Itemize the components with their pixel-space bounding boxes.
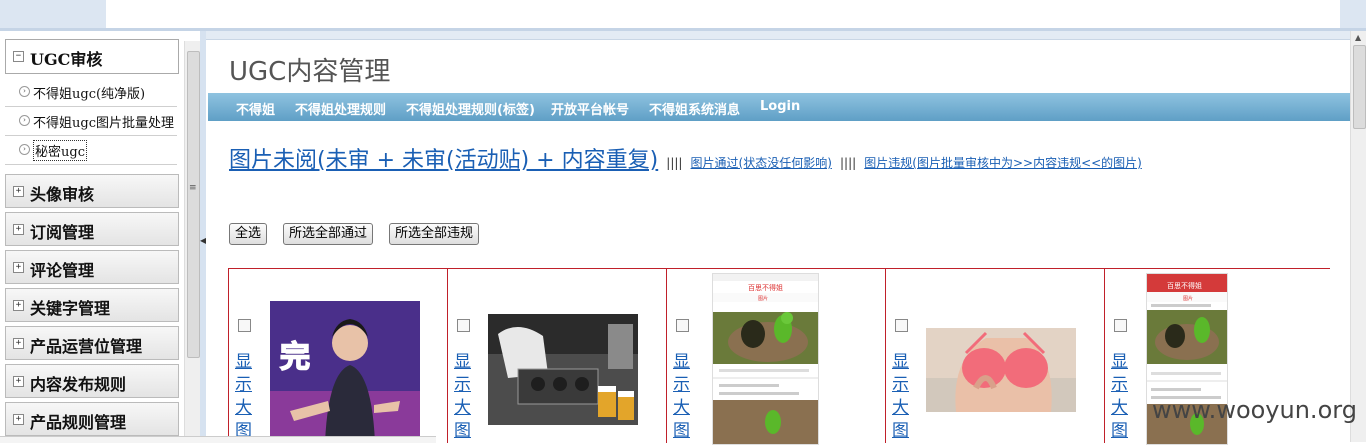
sidebar-group-title: 内容发布规则 [30, 375, 127, 394]
top-frame-content [106, 0, 1340, 28]
sidebar-group-title: 头像审核 [30, 185, 95, 204]
sidebar-group-title: 评论管理 [30, 261, 95, 280]
thumbnail-image[interactable]: 完 [270, 301, 420, 443]
expand-icon[interactable]: + [13, 186, 24, 197]
sidebar-group-subscription[interactable]: + 订阅管理 [5, 212, 179, 246]
sidebar-group-operation-slots[interactable]: + 产品运营位管理 [5, 326, 179, 360]
main-content: UGC内容管理 不得姐 不得姐处理规则 不得姐处理规则(标签) 开放平台帐号 不… [206, 31, 1350, 445]
image-cell: 显示大图 百思不得姐 图片 [666, 269, 886, 445]
violate-selected-button[interactable]: 所选全部违规 [389, 223, 480, 245]
select-checkbox[interactable] [676, 319, 689, 332]
sidebar-item-secret-ugc[interactable]: › 秘密ugc [5, 136, 177, 165]
sidebar-group-publish-rules[interactable]: + 内容发布规则 [5, 364, 179, 398]
thumbnail-image[interactable] [926, 328, 1076, 412]
thumbnail-image[interactable] [488, 314, 638, 425]
scrollbar-thumb[interactable] [187, 51, 200, 358]
link-images-violation[interactable]: 图片违规(图片批量审核中为>>内容违规<<的图片) [864, 156, 1142, 170]
link-separator: |||| [840, 156, 857, 170]
collapse-icon[interactable]: − [13, 51, 24, 62]
sidebar-group-title: 产品运营位管理 [30, 337, 143, 356]
nav-budejie-rules[interactable]: 不得姐处理规则 [295, 99, 386, 118]
sidebar-item-label: 秘密ugc [33, 140, 87, 161]
image-cell: 显示大图 [447, 269, 667, 443]
sidebar-group-title: 订阅管理 [30, 223, 95, 242]
expand-icon[interactable]: + [13, 338, 24, 349]
expand-icon[interactable]: + [13, 414, 24, 425]
expand-icon[interactable]: + [13, 300, 24, 311]
select-checkbox[interactable] [1114, 319, 1127, 332]
nav-budejie-rules-tags[interactable]: 不得姐处理规则(标签) [406, 99, 535, 118]
show-large-link[interactable]: 显示大图 [235, 351, 253, 443]
sidebar-item-label: 不得姐ugc图片批量处理 [33, 116, 174, 131]
sidebar-group-keywords[interactable]: + 关键字管理 [5, 288, 179, 322]
watermark: www.wooyun.org [1152, 396, 1357, 424]
filter-links: 图片未阅(未审 + 未审(活动贴) + 内容重复) |||| 图片通过(状态没任… [229, 142, 1142, 174]
bar-photo-icon [488, 314, 638, 425]
show-large-link[interactable]: 显示大图 [454, 351, 472, 443]
show-large-link[interactable]: 显示大图 [892, 351, 910, 443]
sidebar-group-title: 关键字管理 [30, 299, 111, 318]
main-scrollbar[interactable]: ▲ [1350, 31, 1366, 442]
sidebar-scrollbar[interactable]: ≡ [184, 41, 201, 442]
nav-system-messages[interactable]: 不得姐系统消息 [649, 99, 740, 118]
select-checkbox[interactable] [457, 319, 470, 332]
top-frame-bar [0, 0, 1366, 31]
nav-budejie[interactable]: 不得姐 [236, 99, 275, 118]
nav-bar: 不得姐 不得姐处理规则 不得姐处理规则(标签) 开放平台帐号 不得姐系统消息 L… [208, 93, 1350, 121]
app-title-text: 百思不得姐 [1167, 281, 1202, 290]
swimsuit-photo-icon [926, 328, 1076, 412]
link-images-unread[interactable]: 图片未阅(未审 + 未审(活动贴) + 内容重复) [229, 148, 658, 173]
image-cell: 显示大图 完 [228, 269, 448, 443]
expand-icon[interactable]: + [13, 262, 24, 273]
sidebar: − UGC审核 › 不得姐ugc(纯净版) › 不得姐ugc图片批量处理 › 秘… [0, 31, 184, 442]
scrollbar-thumb[interactable] [1353, 45, 1366, 129]
nav-login[interactable]: Login [760, 99, 800, 114]
expand-icon[interactable]: + [13, 376, 24, 387]
app-screenshot-icon: 百思不得姐 图片 [713, 274, 818, 444]
arrow-right-icon: › [19, 115, 30, 126]
select-all-button[interactable]: 全选 [229, 223, 268, 245]
pass-selected-button[interactable]: 所选全部通过 [283, 223, 374, 245]
app-tab-text: 图片 [758, 295, 768, 302]
nav-open-platform-accounts[interactable]: 开放平台帐号 [551, 99, 629, 118]
show-large-link[interactable]: 显示大图 [1111, 351, 1129, 443]
scroll-up-icon[interactable]: ▲ [1355, 33, 1361, 42]
sidebar-item-budejie-ugc-batch[interactable]: › 不得姐ugc图片批量处理 [5, 107, 177, 136]
sidebar-group-title: UGC审核 [30, 50, 103, 69]
sidebar-item-label: 不得姐ugc(纯净版) [33, 87, 146, 102]
link-images-passed[interactable]: 图片通过(状态没任何影响) [691, 156, 832, 170]
sidebar-group-title: 产品规则管理 [30, 413, 127, 432]
arrow-right-icon: › [19, 144, 30, 155]
page-title: UGC内容管理 [229, 57, 391, 87]
sidebar-group-product-rules[interactable]: + 产品规则管理 [5, 402, 179, 436]
sidebar-group-ugc-review[interactable]: − UGC审核 [5, 39, 179, 74]
sidebar-item-budejie-ugc[interactable]: › 不得姐ugc(纯净版) [5, 78, 177, 107]
link-separator: |||| [666, 156, 683, 170]
thumbnail-image[interactable]: 百思不得姐 图片 [712, 273, 819, 445]
caption-text: 完 [280, 340, 310, 375]
select-checkbox[interactable] [238, 319, 251, 332]
sidebar-group-avatar-review[interactable]: + 头像审核 [5, 174, 179, 208]
grip-icon: ≡ [189, 183, 197, 193]
expand-icon[interactable]: + [13, 224, 24, 235]
sidebar-group-comments[interactable]: + 评论管理 [5, 250, 179, 284]
arrow-right-icon: › [19, 86, 30, 97]
app-title-text: 百思不得姐 [748, 283, 783, 292]
show-large-link[interactable]: 显示大图 [673, 351, 691, 443]
main-top-strip [206, 31, 1350, 40]
woman-photo-icon: 完 [270, 301, 420, 443]
image-cell: 显示大图 [885, 269, 1105, 443]
select-checkbox[interactable] [895, 319, 908, 332]
app-tab-text: 图片 [1183, 295, 1193, 302]
